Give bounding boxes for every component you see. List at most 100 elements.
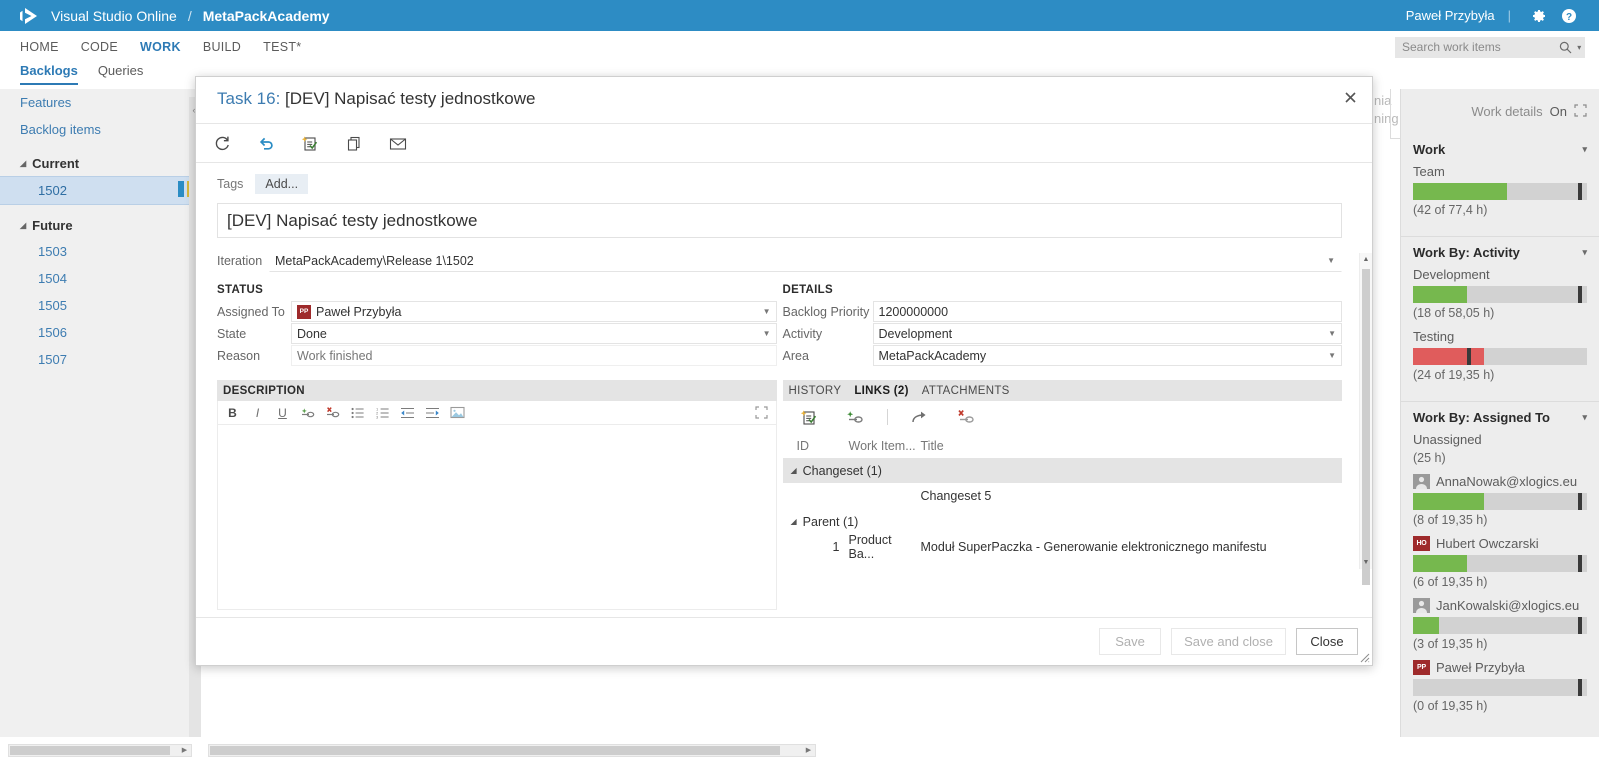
help-icon[interactable]: ? xyxy=(1554,0,1584,31)
details-section: DETAILS Backlog Priority 1200000000 Acti… xyxy=(783,284,1342,367)
sidebar-item-iteration-1503[interactable]: 1503 xyxy=(0,238,199,265)
search-input[interactable] xyxy=(1395,40,1557,54)
resize-grip-icon[interactable] xyxy=(1358,651,1370,663)
underline-icon[interactable]: U xyxy=(274,404,291,421)
unlink-icon[interactable] xyxy=(324,404,341,421)
sidebar-link-features[interactable]: Features xyxy=(0,89,199,116)
tab-attachments[interactable]: ATTACHMENTS xyxy=(922,385,1010,397)
backlog-priority-input[interactable]: 1200000000 xyxy=(872,301,1342,322)
scroll-up-arrow-icon[interactable]: ▲ xyxy=(1360,253,1372,266)
sidebar-group-header-future[interactable]: ◢ Future xyxy=(0,213,199,238)
chevron-down-icon[interactable]: ▼ xyxy=(763,329,771,338)
search-icon[interactable] xyxy=(1557,41,1573,54)
numbered-list-icon[interactable]: 123 xyxy=(374,404,391,421)
project-name-label[interactable]: MetaPackAcademy xyxy=(203,8,330,24)
expand-icon[interactable] xyxy=(753,404,770,421)
sidebar-group-label: Current xyxy=(32,156,80,171)
add-tag-button[interactable]: Add... xyxy=(255,174,309,194)
capacity-bar-marker xyxy=(1578,617,1583,634)
capacity-bar-marker xyxy=(1466,348,1471,365)
scrollbar-thumb[interactable] xyxy=(210,745,780,755)
indent-icon[interactable] xyxy=(424,404,441,421)
dialog-vertical-scrollbar[interactable]: ▲ ▼ xyxy=(1359,253,1372,585)
work-details-toggle[interactable]: On xyxy=(1550,104,1567,119)
item-caption: (18 of 58,05 h) xyxy=(1413,306,1495,320)
nav-item-code[interactable]: CODE xyxy=(81,40,118,54)
sidebar-group-header-current[interactable]: ◢ Current xyxy=(0,151,199,176)
chevron-down-icon[interactable]: ▾ xyxy=(1582,247,1587,258)
sidebar-horizontal-scrollbar[interactable]: ▶ xyxy=(8,743,192,757)
links-group-changeset[interactable]: ◢ Changeset (1) xyxy=(782,458,1342,483)
add-link-icon[interactable] xyxy=(841,403,869,431)
state-input[interactable]: Done ▼ xyxy=(291,323,777,344)
sidebar-item-iteration-1506[interactable]: 1506 xyxy=(0,319,199,346)
area-input[interactable]: MetaPackAcademy ▼ xyxy=(872,345,1342,366)
sidebar-link-backlog-items[interactable]: Backlog items xyxy=(0,116,199,143)
bold-icon[interactable]: B xyxy=(224,404,241,421)
chevron-down-icon[interactable]: ▾ xyxy=(1582,412,1587,423)
assigned-to-input[interactable]: PP Paweł Przybyła ▼ xyxy=(291,301,777,322)
new-linked-work-item-icon[interactable] xyxy=(795,403,823,431)
sidebar-item-iteration-1504[interactable]: 1504 xyxy=(0,265,199,292)
work-item-title-input[interactable]: [DEV] Napisać testy jednostkowe xyxy=(217,203,1342,238)
search-dropdown-caret-icon[interactable]: ▾ xyxy=(1573,43,1585,52)
chevron-down-icon[interactable]: ▼ xyxy=(763,307,771,316)
expand-icon[interactable] xyxy=(1574,103,1587,120)
sidebar-item-iteration-1505[interactable]: 1505 xyxy=(0,292,199,319)
description-editor[interactable] xyxy=(217,425,777,610)
close-button[interactable]: Close xyxy=(1296,628,1358,655)
visual-studio-logo-icon xyxy=(18,6,40,26)
brand-label[interactable]: Visual Studio Online xyxy=(51,8,177,24)
new-linked-work-item-icon[interactable] xyxy=(296,129,324,157)
chevron-down-icon[interactable]: ▼ xyxy=(1328,329,1336,338)
iteration-field[interactable]: MetaPackAcademy\Release 1\1502 ▼ xyxy=(269,249,1342,272)
nav-item-work[interactable]: WORK xyxy=(140,40,181,54)
activity-input[interactable]: Development ▼ xyxy=(872,323,1342,344)
scrollbar-thumb[interactable] xyxy=(10,745,170,755)
section-title-row[interactable]: Work By: Activity ▾ xyxy=(1413,245,1587,260)
tab-queries[interactable]: Queries xyxy=(98,63,144,83)
sidebar-item-iteration-1507[interactable]: 1507 xyxy=(0,346,199,373)
tab-history[interactable]: HISTORY xyxy=(789,385,842,397)
chevron-down-icon[interactable]: ▾ xyxy=(1582,144,1587,155)
italic-icon[interactable]: I xyxy=(249,404,266,421)
content-horizontal-scrollbar[interactable]: ▶ xyxy=(208,743,816,757)
chevron-down-icon[interactable]: ▼ xyxy=(1327,256,1335,265)
section-title: Work By: Assigned To xyxy=(1413,410,1550,425)
bullet-list-icon[interactable] xyxy=(349,404,366,421)
delete-link-icon[interactable] xyxy=(952,403,980,431)
gear-icon[interactable] xyxy=(1524,0,1554,31)
table-row[interactable]: Changeset 5 xyxy=(783,483,1343,509)
nav-item-test[interactable]: TEST* xyxy=(263,40,301,54)
work-details-pane: Work details On Work ▾ Team (42 of 77,4 … xyxy=(1400,89,1599,737)
links-group-parent[interactable]: ◢ Parent (1) xyxy=(783,509,1343,534)
link-icon[interactable] xyxy=(299,404,316,421)
section-title-row[interactable]: Work ▾ xyxy=(1413,142,1587,157)
copy-icon[interactable] xyxy=(340,129,368,157)
chevron-down-icon[interactable]: ▼ xyxy=(1328,351,1336,360)
tab-backlogs[interactable]: Backlogs xyxy=(20,63,78,85)
table-row[interactable]: 1 Product Ba... Moduł SuperPaczka - Gene… xyxy=(783,533,1343,561)
iteration-label: 1505 xyxy=(38,298,67,313)
close-icon[interactable] xyxy=(1338,85,1362,109)
user-name-label[interactable]: Paweł Przybyła xyxy=(1406,8,1495,23)
nav-item-home[interactable]: HOME xyxy=(20,40,59,54)
section-title-row[interactable]: Work By: Assigned To ▾ xyxy=(1413,410,1587,425)
nav-item-build[interactable]: BUILD xyxy=(203,40,241,54)
scrollbar-thumb[interactable] xyxy=(1362,269,1370,585)
scroll-right-arrow-icon[interactable]: ▶ xyxy=(802,745,815,756)
sidebar-item-iteration-1502[interactable]: 1502 xyxy=(0,176,199,205)
image-icon[interactable] xyxy=(449,404,466,421)
email-icon[interactable] xyxy=(384,129,412,157)
outdent-icon[interactable] xyxy=(399,404,416,421)
scroll-right-arrow-icon[interactable]: ▶ xyxy=(178,745,191,756)
undo-icon[interactable] xyxy=(252,129,280,157)
search-box[interactable]: ▾ xyxy=(1395,36,1585,58)
save-and-close-button[interactable]: Save and close xyxy=(1171,628,1286,655)
item-caption: (0 of 19,35 h) xyxy=(1413,699,1488,713)
tab-links[interactable]: LINKS (2) xyxy=(854,385,908,397)
save-button[interactable]: Save xyxy=(1099,628,1162,655)
open-link-icon[interactable] xyxy=(906,403,934,431)
refresh-icon[interactable] xyxy=(208,129,236,157)
scroll-down-arrow-icon[interactable]: ▼ xyxy=(1360,556,1372,569)
